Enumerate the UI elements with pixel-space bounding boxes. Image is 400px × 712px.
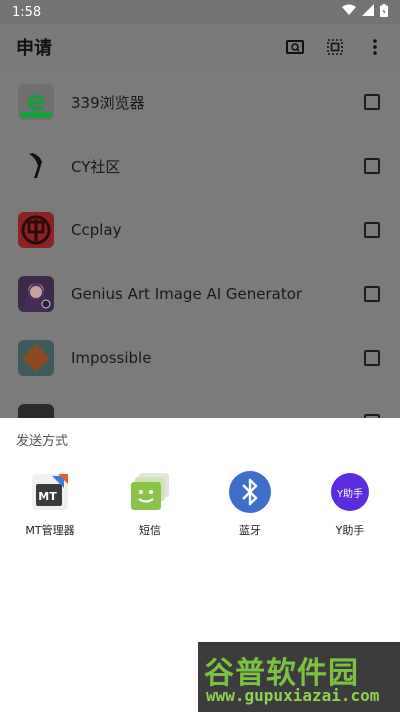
battery-icon (380, 3, 388, 21)
app-name: Impossible (71, 349, 152, 367)
list-item[interactable] (0, 390, 400, 418)
share-target-sms[interactable]: 短信 (100, 470, 200, 538)
share-target-bluetooth[interactable]: 蓝牙 (200, 470, 300, 538)
search-app-icon[interactable] (284, 36, 306, 58)
share-target-label: MT管理器 (25, 524, 75, 537)
genius-art-icon (18, 276, 54, 312)
list-item[interactable]: e 339浏览器 (0, 70, 400, 134)
status-time: 1:58 (12, 4, 42, 20)
app-checkbox[interactable] (364, 222, 380, 238)
app-icon (18, 404, 54, 418)
app-name: CY社区 (71, 157, 121, 176)
app-checkbox[interactable] (364, 286, 380, 302)
share-sheet-title: 发送方式 (16, 434, 69, 449)
status-bar: 1:58 (0, 0, 400, 24)
share-targets: MT MT管理器 短信 蓝牙 Y助手 Y助手 (0, 470, 400, 538)
share-target-label: Y助手 (335, 524, 365, 537)
status-icons (342, 3, 388, 21)
list-item[interactable]: Genius Art Image AI Generator (0, 262, 400, 326)
share-target-y-assistant[interactable]: Y助手 Y助手 (300, 470, 400, 538)
app-checkbox[interactable] (364, 350, 380, 366)
wifi-icon (342, 4, 356, 20)
339-browser-icon: e (18, 84, 54, 120)
watermark-url: www.gupuxiazai.com (206, 686, 380, 705)
watermark: 谷普软件园 www.gupuxiazai.com (198, 642, 400, 712)
app-list: e 339浏览器 CY社区 Ccplay Genius Art Image AI… (0, 70, 400, 418)
impossible-icon (18, 340, 54, 376)
app-checkbox[interactable] (364, 158, 380, 174)
y-assistant-icon: Y助手 (328, 470, 372, 514)
list-item[interactable]: CY社区 (0, 134, 400, 198)
cy-community-icon (18, 148, 54, 184)
mt-manager-icon-text: MT (38, 489, 57, 503)
app-name: 339浏览器 (71, 93, 145, 112)
mt-manager-icon: MT (28, 470, 72, 514)
more-options-icon[interactable] (364, 36, 386, 58)
app-bar-actions (284, 36, 400, 58)
share-target-label: 短信 (139, 524, 161, 537)
app-checkbox[interactable] (364, 94, 380, 110)
sms-icon (128, 470, 172, 514)
list-item[interactable]: Ccplay (0, 198, 400, 262)
ccplay-icon (18, 212, 54, 248)
share-target-label: 蓝牙 (239, 524, 261, 537)
list-item[interactable]: Impossible (0, 326, 400, 390)
share-target-mt-manager[interactable]: MT MT管理器 (0, 470, 100, 538)
select-all-icon[interactable] (324, 36, 346, 58)
bluetooth-icon (228, 470, 272, 514)
signal-icon (362, 4, 374, 20)
y-assistant-icon-text: Y助手 (336, 488, 364, 500)
app-name: Ccplay (71, 221, 122, 239)
page-title: 申请 (16, 38, 52, 59)
app-name: Genius Art Image AI Generator (71, 285, 303, 303)
app-bar: 申请 (0, 24, 400, 70)
